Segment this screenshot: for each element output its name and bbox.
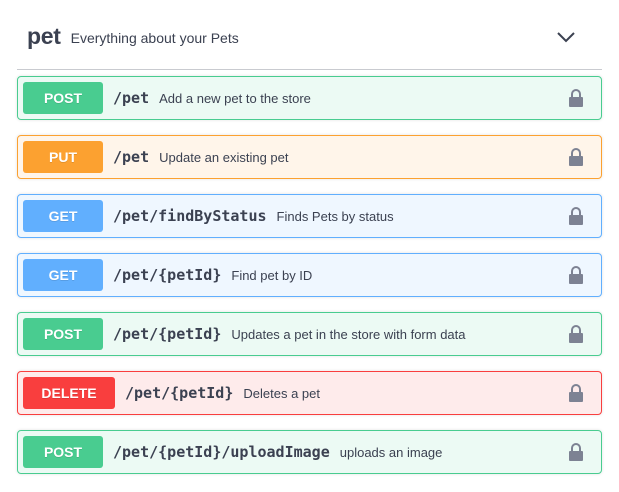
lock-icon[interactable] xyxy=(568,265,584,285)
operation-path: /pet xyxy=(113,89,150,107)
operation-post-pet[interactable]: POST /pet Add a new pet to the store xyxy=(17,76,602,120)
operation-delete-pet[interactable]: DELETE /pet/{petId} Deletes a pet xyxy=(17,371,602,415)
lock-icon[interactable] xyxy=(568,324,584,344)
method-badge: PUT xyxy=(23,141,103,173)
operation-path: /pet/{petId} xyxy=(125,384,234,402)
lock-icon[interactable] xyxy=(568,147,584,167)
operation-get-findbystatus[interactable]: GET /pet/findByStatus Finds Pets by stat… xyxy=(17,194,602,238)
chevron-down-icon[interactable] xyxy=(556,30,576,44)
operation-summary: Add a new pet to the store xyxy=(159,90,311,106)
tag-name: pet xyxy=(27,23,61,49)
operation-summary: Finds Pets by status xyxy=(276,208,394,224)
lock-icon[interactable] xyxy=(568,383,584,403)
operation-path: /pet/{petId} xyxy=(113,325,222,343)
operation-summary: Updates a pet in the store with form dat… xyxy=(231,326,466,342)
method-badge: DELETE xyxy=(23,377,115,409)
operation-path: /pet xyxy=(113,148,150,166)
method-badge: GET xyxy=(23,259,103,291)
lock-icon[interactable] xyxy=(568,206,584,226)
operations-list: POST /pet Add a new pet to the store PUT… xyxy=(17,76,602,489)
operation-get-pet-by-id[interactable]: GET /pet/{petId} Find pet by ID xyxy=(17,253,602,297)
method-badge: POST xyxy=(23,436,103,468)
operation-path: /pet/findByStatus xyxy=(113,207,267,225)
operation-summary: Deletes a pet xyxy=(243,385,320,401)
operation-summary: Update an existing pet xyxy=(159,149,289,165)
operation-post-pet-by-id[interactable]: POST /pet/{petId} Updates a pet in the s… xyxy=(17,312,602,356)
method-badge: POST xyxy=(23,82,103,114)
tag-header[interactable]: pet Everything about your Pets xyxy=(17,0,602,70)
operation-summary: Find pet by ID xyxy=(231,267,313,283)
operation-path: /pet/{petId}/uploadImage xyxy=(113,443,330,461)
operation-summary: uploads an image xyxy=(339,444,443,460)
lock-icon[interactable] xyxy=(568,442,584,462)
tag-description: Everything about your Pets xyxy=(70,29,239,46)
tag-section-pet: pet Everything about your Pets POST /pet… xyxy=(17,0,602,474)
operation-post-upload-image[interactable]: POST /pet/{petId}/uploadImage uploads an… xyxy=(17,430,602,474)
operation-path: /pet/{petId} xyxy=(113,266,222,284)
lock-icon[interactable] xyxy=(568,88,584,108)
method-badge: POST xyxy=(23,318,103,350)
method-badge: GET xyxy=(23,200,103,232)
operation-put-pet[interactable]: PUT /pet Update an existing pet xyxy=(17,135,602,179)
